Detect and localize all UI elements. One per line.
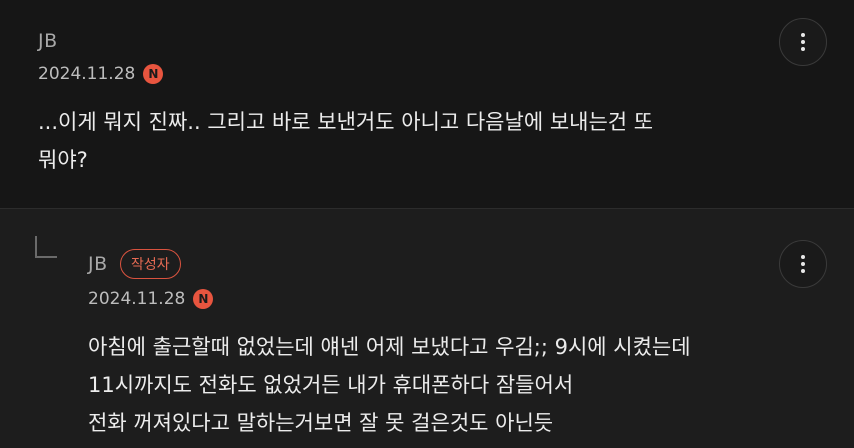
reply-more-button[interactable] (779, 240, 827, 288)
reply-arrow-icon (35, 236, 57, 258)
author-badge: 작성자 (120, 249, 181, 279)
comment-text: ...이게 뭐지 진짜.. 그리고 바로 보낸거도 아니고 다음날에 보내는건 … (38, 110, 654, 172)
comment-author[interactable]: JB (38, 30, 58, 52)
comment-item: JB 2024.11.28 N ...이게 뭐지 진짜.. 그리고 바로 보낸거… (0, 0, 854, 208)
comment-date: 2024.11.28 (38, 64, 136, 84)
comment-thread: JB 2024.11.28 N ...이게 뭐지 진짜.. 그리고 바로 보낸거… (0, 0, 854, 448)
reply-text: 아침에 출근할때 없었는데 얘넨 어제 보냈다고 우김;; 9시에 시켰는데 1… (88, 335, 691, 435)
more-vertical-icon (801, 33, 805, 51)
reply-author[interactable]: JB (88, 253, 108, 275)
reply-date: 2024.11.28 (88, 289, 186, 309)
comment-more-button[interactable] (779, 18, 827, 66)
comment-meta: 2024.11.28 N (38, 64, 164, 84)
reply-meta: 2024.11.28 N (88, 289, 214, 309)
new-badge-icon: N (193, 289, 214, 309)
new-badge-icon: N (143, 64, 164, 84)
more-vertical-icon (801, 255, 805, 273)
